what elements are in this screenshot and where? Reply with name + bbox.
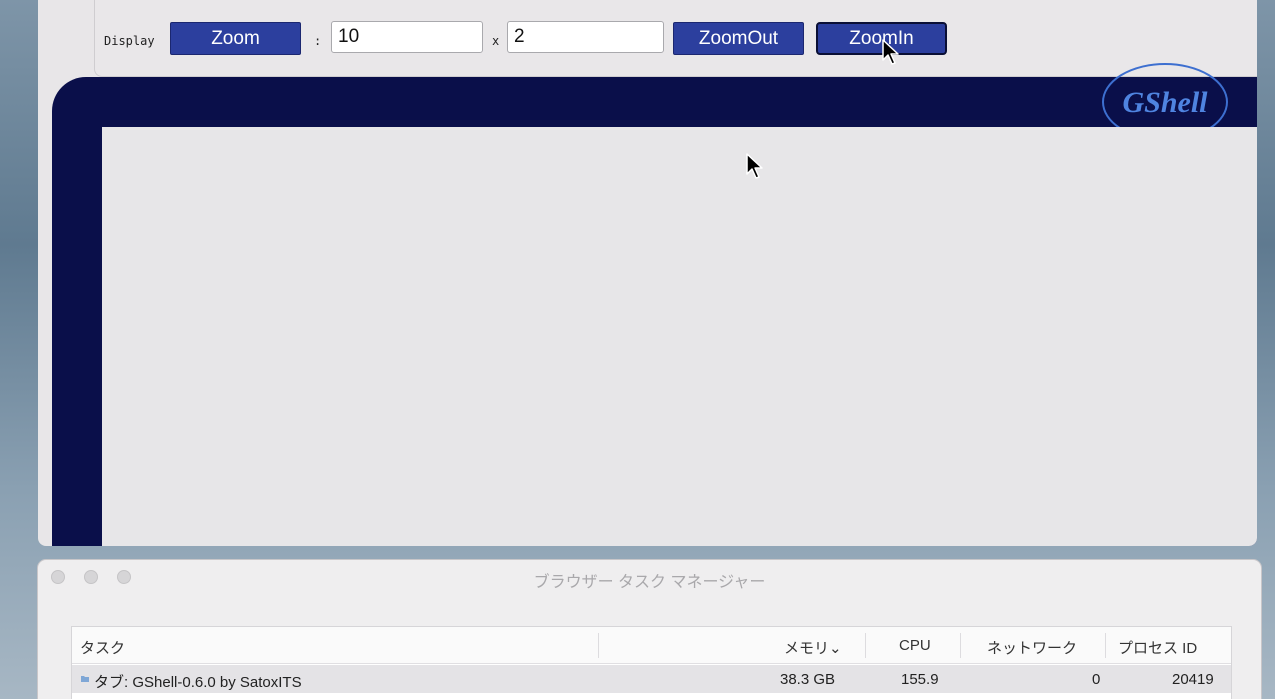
column-header-network[interactable]: ネットワーク	[987, 637, 1077, 658]
task-table-header: タスク メモリ⌄ CPU ネットワーク プロセス ID	[72, 627, 1231, 664]
task-network: 0	[1092, 671, 1101, 688]
column-header-memory[interactable]: メモリ⌄	[784, 637, 842, 658]
zoom-button[interactable]: Zoom	[170, 22, 301, 55]
column-divider	[960, 633, 961, 658]
column-divider	[598, 633, 599, 658]
display-toolbar: Display Zoom : x ZoomOut ZoomIn	[94, 0, 1257, 77]
gshell-frame: GShell	[52, 63, 1257, 546]
column-header-task[interactable]: タスク	[80, 637, 125, 658]
task-cpu: 155.9	[901, 671, 939, 688]
mouse-cursor-icon	[882, 39, 899, 65]
task-process-id: 20419	[1172, 671, 1214, 688]
task-name: タブ: GShell-0.6.0 by SatoxITS	[94, 674, 302, 691]
display-label: Display	[104, 34, 155, 48]
column-header-process-id[interactable]: プロセス ID	[1118, 637, 1197, 658]
column-divider	[1105, 633, 1106, 658]
table-row[interactable]: タブ: GShell-0.6.0 by SatoxITS 38.3 GB 155…	[72, 665, 1231, 693]
task-table: タスク メモリ⌄ CPU ネットワーク プロセス ID タブ: GShell-0…	[71, 626, 1232, 699]
task-manager-window: ブラウザー タスク マネージャー タスク メモリ⌄ CPU ネットワーク プロセ…	[37, 559, 1262, 699]
times-label: x	[492, 34, 500, 48]
gshell-logo-text: GShell	[1122, 86, 1208, 119]
memory-header-label: メモリ	[784, 640, 830, 657]
column-divider	[865, 633, 866, 658]
column-header-cpu[interactable]: CPU	[899, 637, 931, 654]
sort-descending-icon: ⌄	[829, 640, 842, 657]
task-manager-title: ブラウザー タスク マネージャー	[533, 574, 766, 591]
mouse-cursor-icon	[746, 153, 763, 179]
zoom-width-input[interactable]	[331, 21, 483, 53]
browser-window: Display Zoom : x ZoomOut ZoomIn GShell	[38, 0, 1257, 546]
tab-favicon-icon	[81, 676, 89, 682]
zoom-out-button[interactable]: ZoomOut	[673, 22, 804, 55]
task-memory: 38.3 GB	[780, 671, 836, 688]
gshell-screen[interactable]	[102, 127, 1257, 546]
task-manager-titlebar[interactable]: ブラウザー タスク マネージャー	[38, 560, 1261, 597]
colon-label: :	[314, 34, 322, 48]
zoom-height-input[interactable]	[507, 21, 664, 53]
